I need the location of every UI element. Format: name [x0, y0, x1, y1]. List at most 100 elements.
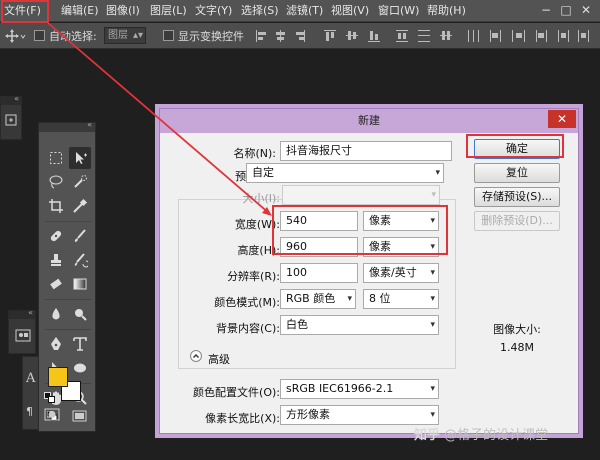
history-mini-panel[interactable]: «	[0, 94, 22, 140]
show-transform-checkbox[interactable]	[163, 30, 174, 41]
foreground-color-swatch-top[interactable]	[48, 367, 68, 387]
menu-help[interactable]: 帮助(H)	[427, 0, 466, 22]
advanced-label[interactable]: 高级	[208, 351, 230, 367]
paragraph-panel-icon[interactable]: ¶	[26, 405, 33, 418]
panel-grip[interactable]: «	[1, 94, 21, 105]
file-menu-highlight	[1, 0, 49, 23]
tools-panel-grip[interactable]: «	[39, 120, 95, 132]
lasso-tool-icon[interactable]	[45, 171, 67, 193]
image-size-label: 图像大小:	[493, 323, 541, 336]
gradient-tool-icon[interactable]	[69, 273, 91, 295]
quick-select-tool-icon[interactable]	[69, 171, 91, 193]
background-label: 背景内容(C):	[216, 322, 280, 335]
chevron-down-icon: ▾	[347, 294, 352, 304]
menu-image[interactable]: 图像(I)	[106, 0, 140, 22]
eyedropper-tool-icon[interactable]	[69, 195, 91, 217]
dialog-titlebar[interactable]: 新建 ✕	[160, 109, 578, 133]
chevron-down-icon: ▾	[435, 168, 440, 178]
save-preset-button[interactable]: 存储预设(S)...	[474, 187, 560, 207]
history-brush-tool-icon[interactable]	[69, 249, 91, 271]
advanced-toggle-icon[interactable]	[190, 350, 202, 362]
minimize-icon[interactable]: −	[538, 2, 554, 18]
type-tool-icon[interactable]	[69, 333, 91, 355]
resolution-label: 分辨率(R):	[227, 270, 280, 283]
menu-view[interactable]: 视图(V)	[331, 0, 369, 22]
panel-grip[interactable]: «	[9, 308, 35, 319]
resolution-unit-value: 像素/英寸	[369, 266, 417, 279]
delete-preset-button: 删除预设(D)...	[474, 211, 560, 231]
brush-tool-icon[interactable]	[69, 225, 91, 247]
default-colors-icon[interactable]	[44, 392, 56, 407]
pixel-aspect-label: 像素长宽比(X):	[205, 412, 280, 425]
bit-depth-value: 8 位	[369, 292, 391, 305]
ok-button-highlight	[466, 134, 564, 158]
watermark: 知乎 @格子的设计课堂	[414, 424, 548, 443]
crop-tool-icon[interactable]	[45, 195, 67, 217]
auto-select-value: 图层	[108, 30, 128, 41]
color-profile-label: 颜色配置文件(O):	[193, 386, 280, 399]
type-panel-icon[interactable]: A	[26, 371, 35, 386]
move-tool-icon[interactable]	[69, 147, 91, 169]
chevron-down-icon: ▾	[430, 268, 435, 278]
color-mode-label: 颜色模式(M):	[214, 296, 280, 309]
menu-select[interactable]: 选择(S)	[241, 0, 279, 22]
healing-brush-tool-icon[interactable]	[45, 225, 67, 247]
marquee-tool-icon[interactable]	[45, 147, 67, 169]
watermark-author: @格子的设计课堂	[444, 428, 549, 443]
dodge-tool-icon[interactable]	[69, 303, 91, 325]
size-label: 大小(I):	[242, 192, 280, 205]
chevron-down-icon: ▾	[430, 410, 435, 420]
resolution-field[interactable]: 100	[280, 263, 358, 283]
screen-mode-icon[interactable]	[72, 410, 88, 425]
history-icon[interactable]	[4, 113, 20, 129]
height-label: 高度(H):	[237, 244, 280, 257]
pixel-aspect-value: 方形像素	[286, 408, 330, 421]
tools-separator	[45, 221, 91, 222]
name-label: 名称(N):	[233, 147, 276, 160]
pixel-aspect-select[interactable]: 方形像素 ▾	[280, 405, 439, 425]
menu-window[interactable]: 窗口(W)	[378, 0, 419, 22]
color-mode-value: RGB 颜色	[286, 292, 336, 305]
close-icon[interactable]: ✕	[578, 2, 594, 18]
resolution-unit-select[interactable]: 像素/英寸 ▾	[363, 263, 439, 283]
menu-edit[interactable]: 编辑(E)	[61, 0, 99, 22]
background-select[interactable]: 白色 ▾	[280, 315, 439, 335]
menu-type[interactable]: 文字(Y)	[195, 0, 232, 22]
ellipse-tool-icon[interactable]	[69, 357, 91, 379]
chevron-down-icon: ▾	[430, 320, 435, 330]
close-icon[interactable]: ✕	[548, 110, 576, 128]
name-field[interactable]: 抖音海报尺寸	[280, 141, 452, 161]
bit-depth-select[interactable]: 8 位 ▾	[363, 289, 439, 309]
dialog-title: 新建	[358, 114, 380, 127]
color-mode-select[interactable]: RGB 颜色 ▾	[280, 289, 356, 309]
maximize-icon[interactable]: □	[558, 2, 574, 18]
pen-tool-icon[interactable]	[45, 333, 67, 355]
properties-mini-panel[interactable]: «	[8, 308, 36, 354]
background-value: 白色	[286, 318, 308, 331]
auto-select-checkbox[interactable]	[34, 30, 45, 41]
chevron-down-icon: ▴▾	[132, 30, 143, 41]
move-tool-icon[interactable]	[4, 28, 26, 44]
menu-layer[interactable]: 图层(L)	[150, 0, 187, 22]
size-select: ▾	[282, 185, 440, 205]
reset-button[interactable]: 复位	[474, 163, 560, 183]
align-distribute-icons[interactable]	[254, 27, 594, 45]
color-profile-select[interactable]: sRGB IEC61966-2.1 ▾	[280, 379, 439, 399]
color-profile-value: sRGB IEC61966-2.1	[286, 382, 394, 395]
quick-mask-icon[interactable]	[44, 408, 60, 425]
preset-select[interactable]: 自定 ▾	[246, 163, 444, 183]
blur-tool-icon[interactable]	[45, 303, 67, 325]
clone-stamp-tool-icon[interactable]	[45, 249, 67, 271]
chevron-down-icon: ▾	[430, 384, 435, 394]
preset-value: 自定	[252, 166, 274, 179]
image-size-value: 1.48M	[500, 341, 534, 354]
dialog-body: 名称(N): 抖音海报尺寸 预设(P): 自定▾ 大小(I): ▾ 宽度(W):…	[160, 133, 578, 433]
width-height-highlight	[272, 205, 448, 255]
width-label: 宽度(W):	[234, 218, 280, 231]
menu-filter[interactable]: 滤镜(T)	[286, 0, 323, 22]
chevron-down-icon: ▾	[430, 294, 435, 304]
auto-select-dropdown[interactable]: 图层 ▴▾	[104, 27, 146, 44]
eraser-tool-icon[interactable]	[45, 273, 67, 295]
properties-icon[interactable]	[15, 327, 31, 345]
auto-select-label: 自动选择:	[49, 30, 97, 43]
